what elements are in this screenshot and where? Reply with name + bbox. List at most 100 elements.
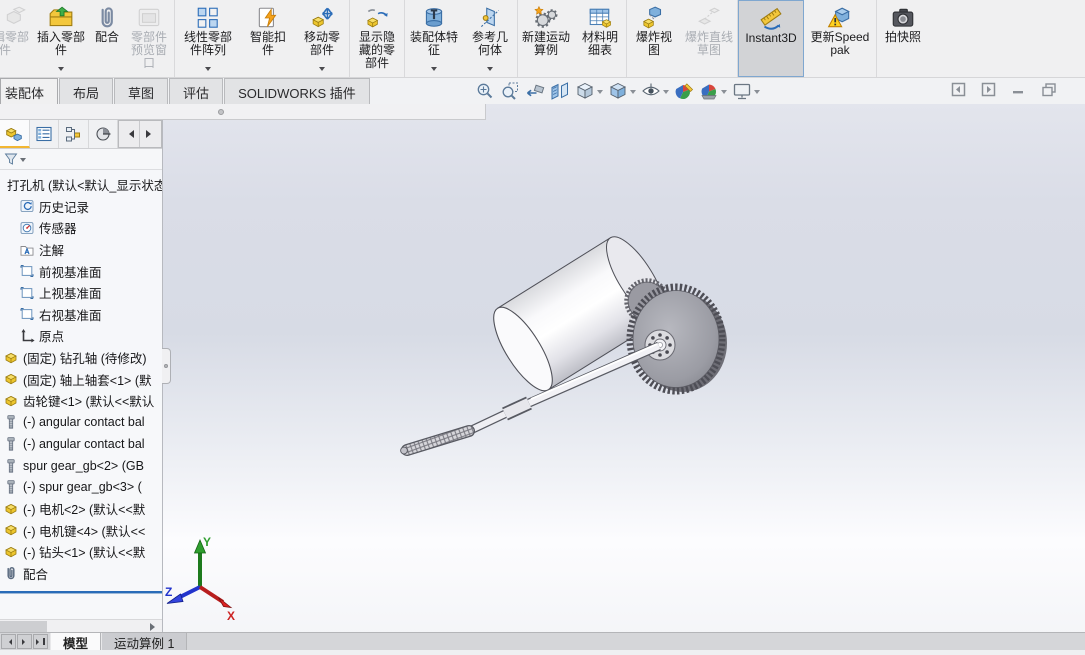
tab-sketch[interactable]: 草图: [114, 78, 169, 104]
tree-item-bearing-2[interactable]: (-) angular contact bal: [0, 433, 162, 455]
bill-of-materials-button[interactable]: 材料明细表: [574, 0, 627, 77]
tree-item-motor-key[interactable]: (-) 电机键<4> (默认<<: [0, 520, 162, 542]
zoom-to-fit-icon[interactable]: [474, 81, 496, 101]
chevron-down-icon[interactable]: [597, 89, 603, 97]
collapse-left-pane-icon[interactable]: [951, 82, 966, 97]
scroll-tabs-left-button[interactable]: [119, 121, 140, 147]
view-orientation-icon[interactable]: [574, 81, 604, 101]
toolbox-part-icon: [3, 436, 19, 452]
tab-solidworks-addins[interactable]: SOLIDWORKS 插件: [224, 78, 370, 104]
chevron-down-icon[interactable]: [754, 89, 760, 97]
dropdown-caret[interactable]: [205, 67, 211, 74]
tree-item-origin[interactable]: 原点: [0, 325, 162, 347]
instant3d-button[interactable]: Instant3D: [738, 0, 804, 77]
rollback-bar[interactable]: [0, 591, 162, 594]
section-view-icon[interactable]: [549, 81, 571, 101]
button-label: 插入零部件: [36, 30, 85, 57]
tree-item-spur-gear-3[interactable]: (-) spur gear_gb<3> (: [0, 476, 162, 498]
tree-item-front-plane[interactable]: 前视基准面: [0, 260, 162, 282]
tab-layout[interactable]: 布局: [59, 78, 114, 104]
explode-line-sketch-button[interactable]: 爆炸直线草图: [681, 0, 738, 77]
linear-component-pattern-button[interactable]: 线性零部件阵列: [175, 0, 241, 77]
move-component-button[interactable]: 移动零部件: [295, 0, 350, 77]
button-label: 配合: [94, 30, 119, 44]
tree-item-spur-gear-2[interactable]: spur gear_gb<2> (GB: [0, 455, 162, 477]
reference-geometry-button[interactable]: 参考几何体: [463, 0, 518, 77]
smart-fasteners-button[interactable]: 智能扣件: [241, 0, 295, 77]
triad-y-label: Y: [203, 535, 211, 549]
tab-evaluate[interactable]: 评估: [169, 78, 224, 104]
update-speedpak-icon: [827, 4, 853, 31]
mate-button[interactable]: 配合: [90, 0, 124, 77]
chevron-down-icon[interactable]: [663, 89, 669, 97]
apply-scene-icon[interactable]: [698, 81, 728, 101]
tree-horizontal-scrollbar[interactable]: [0, 619, 162, 632]
tab-propertymanager[interactable]: [30, 120, 59, 148]
mate-icon: [94, 4, 120, 31]
nav-last-button[interactable]: [33, 634, 48, 649]
tree-item-mates[interactable]: 配合: [0, 563, 162, 585]
filter-funnel-icon[interactable]: [4, 152, 18, 166]
scroll-tabs-right-button[interactable]: [140, 121, 161, 147]
command-manager-toolbar: 编辑零部件 插入零部件 配合 零部件预览窗口 线性零部件阵列 智能扣件: [0, 0, 1085, 78]
tree-item-motor[interactable]: (-) 电机<2> (默认<<默: [0, 498, 162, 520]
insert-component-button[interactable]: 插入零部件: [32, 0, 90, 77]
panel-splitter-dot[interactable]: [218, 109, 224, 115]
update-speedpak-button[interactable]: 更新Speedpak: [804, 0, 877, 77]
tree-item-root-assembly[interactable]: 打孔机 (默认<默认_显示状态: [0, 174, 162, 196]
previous-view-icon[interactable]: [524, 81, 546, 101]
dropdown-caret[interactable]: [319, 67, 325, 74]
tree-item-history[interactable]: 历史记录: [0, 196, 162, 218]
restore-window-icon[interactable]: [1041, 82, 1057, 97]
new-motion-study-button[interactable]: 新建运动算例: [518, 0, 574, 77]
tree-item-bearing-1[interactable]: (-) angular contact bal: [0, 412, 162, 434]
minimize-icon[interactable]: [1011, 82, 1026, 97]
edit-component-button[interactable]: 编辑零部件: [0, 0, 32, 77]
tab-model[interactable]: 模型: [50, 633, 102, 651]
tab-displaymanager[interactable]: [89, 120, 118, 148]
chevron-down-icon[interactable]: [630, 89, 636, 97]
button-label: Instant3D: [745, 31, 797, 45]
tab-motion-study-1[interactable]: 运动算例 1: [101, 633, 188, 651]
tree-item-right-plane[interactable]: 右视基准面: [0, 304, 162, 326]
chevron-down-icon[interactable]: [721, 89, 727, 97]
nav-prev-button[interactable]: [1, 634, 16, 649]
tree-item-drill-shaft[interactable]: (固定) 钻孔轴 (待修改): [0, 347, 162, 369]
hide-show-items-icon[interactable]: [640, 81, 670, 101]
display-style-icon[interactable]: [607, 81, 637, 101]
tree-item-sensors[interactable]: 传感器: [0, 217, 162, 239]
take-snapshot-button[interactable]: 拍快照: [877, 0, 929, 77]
component-preview-button[interactable]: 零部件预览窗口: [124, 0, 175, 77]
button-label: 新建运动算例: [522, 30, 571, 57]
dropdown-caret[interactable]: [487, 67, 493, 74]
edit-appearance-icon[interactable]: [673, 81, 695, 101]
ribbon-tab-bar: 装配体 布局 草图 评估 SOLIDWORKS 插件: [0, 78, 1085, 104]
collapse-right-pane-icon[interactable]: [981, 82, 996, 97]
edit-component-icon: [3, 4, 29, 31]
zoom-to-area-icon[interactable]: [499, 81, 521, 101]
tab-assembly[interactable]: 装配体: [0, 78, 59, 104]
part-icon: [3, 371, 19, 387]
show-hidden-components-button[interactable]: 显示隐藏的零部件: [350, 0, 405, 77]
tree-item-top-plane[interactable]: 上视基准面: [0, 282, 162, 304]
tree-item-annotations[interactable]: 注解: [0, 239, 162, 261]
nav-next-button[interactable]: [17, 634, 32, 649]
panel-collapse-handle[interactable]: [162, 348, 171, 384]
exploded-view-button[interactable]: 爆炸视图: [627, 0, 681, 77]
tree-item-shaft-sleeve[interactable]: (固定) 轴上轴套<1> (默: [0, 368, 162, 390]
exploded-view-icon: [641, 4, 667, 31]
tab-featuremanager-tree[interactable]: [0, 120, 30, 148]
dropdown-caret[interactable]: [431, 67, 437, 74]
panel-tab-scroll: [118, 120, 162, 148]
tab-configurationmanager[interactable]: [59, 120, 89, 148]
panel-top-strip: [0, 104, 486, 120]
scrollbar-thumb[interactable]: [0, 621, 47, 632]
tree-item-drill-bit[interactable]: (-) 钻头<1> (默认<<默: [0, 541, 162, 563]
filter-caret-icon[interactable]: [20, 157, 26, 165]
dropdown-caret[interactable]: [58, 67, 64, 74]
view-settings-icon[interactable]: [731, 81, 761, 101]
assembly-features-button[interactable]: 装配体特征: [405, 0, 463, 77]
scrollbar-right-arrow[interactable]: [148, 621, 160, 632]
tree-item-gear-key[interactable]: 齿轮键<1> (默认<<默认: [0, 390, 162, 412]
plane-icon: [19, 285, 35, 301]
